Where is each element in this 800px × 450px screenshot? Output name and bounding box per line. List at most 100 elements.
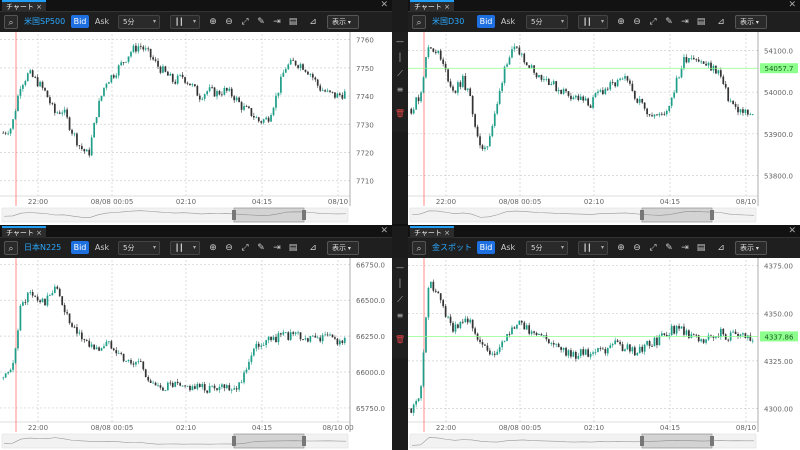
horizontal-line-tool-icon[interactable]: — — [394, 262, 406, 274]
drawing-tool-icon[interactable]: ✎ — [254, 241, 268, 255]
panel-close-icon[interactable]: ✕ — [788, 0, 796, 11]
zoom-out-icon[interactable]: ⊖ — [630, 15, 644, 29]
fit-screen-icon[interactable]: ⤢ — [646, 15, 660, 29]
chart-area[interactable]: 66750.0 66500.0 66250.0 66000.0 65750.0 22:00… — [0, 258, 392, 450]
indicator-icon[interactable]: ⊿ — [306, 241, 320, 255]
vertical-line-tool-icon[interactable]: │ — [394, 278, 406, 290]
jump-to-latest-icon[interactable]: ⇥ — [270, 15, 284, 29]
chart-tab[interactable]: チャート × — [2, 0, 46, 12]
drawing-tool-icon[interactable]: ✎ — [662, 241, 676, 255]
symbol-name[interactable]: 米国SP500 — [24, 16, 65, 28]
zoom-out-icon[interactable]: ⊖ — [222, 241, 236, 255]
symbol-name[interactable]: 金スポット — [432, 242, 472, 254]
y-tick-label: 7720 — [356, 150, 374, 158]
display-button[interactable]: 表示 ▾ — [327, 15, 359, 29]
chart-type-select[interactable]: ┃┃ ▾ — [578, 15, 608, 29]
delete-drawings-icon[interactable]: 🗑 — [394, 334, 406, 346]
ask-button[interactable]: Ask — [499, 241, 517, 254]
navigator-handle-left[interactable] — [232, 210, 236, 220]
navigator-range[interactable] — [233, 433, 305, 449]
jump-to-latest-icon[interactable]: ⇥ — [678, 15, 692, 29]
candlestick-chart[interactable]: 54100.0 54000.0 53900.0 53800.0 22:00 08/08 0… — [408, 32, 800, 225]
vertical-line-tool-icon[interactable]: │ — [394, 52, 406, 64]
ask-button[interactable]: Ask — [93, 241, 111, 254]
navigator-range[interactable] — [641, 433, 713, 449]
indicator-icon[interactable]: ⊿ — [306, 15, 320, 29]
tab-close-icon[interactable]: × — [444, 228, 450, 238]
symbol-search-icon[interactable]: ⌕ — [412, 241, 426, 255]
trend-line-tool-icon[interactable]: ⟋ — [394, 68, 406, 80]
indicator-icon[interactable]: ⊿ — [714, 15, 728, 29]
chart-type-select[interactable]: ┃┃ ▾ — [170, 15, 200, 29]
navigator-range[interactable] — [233, 207, 305, 223]
display-button[interactable]: 表示 ▾ — [735, 15, 767, 29]
timeframe-select[interactable]: 5分 ▾ — [118, 15, 160, 29]
chart-type-select[interactable]: ┃┃ ▾ — [170, 241, 200, 255]
timeframe-select[interactable]: 5分 ▾ — [526, 241, 568, 255]
zoom-out-icon[interactable]: ⊖ — [222, 15, 236, 29]
chart-area[interactable]: 7760 7750 7740 7730 7720 7710 22:00 08/08 00:05… — [0, 32, 392, 225]
document-icon[interactable]: ▤ — [694, 15, 708, 29]
navigator-handle-right[interactable] — [302, 436, 306, 446]
fib-tool-icon[interactable]: ≡ — [394, 84, 406, 96]
tab-close-icon[interactable]: × — [444, 2, 450, 12]
document-icon[interactable]: ▤ — [286, 15, 300, 29]
trend-line-tool-icon[interactable]: ⟋ — [394, 294, 406, 306]
candlestick-chart[interactable]: 7760 7750 7740 7730 7720 7710 22:00 08/08 00:05… — [0, 32, 392, 225]
navigator-handle-left[interactable] — [232, 436, 236, 446]
bid-button[interactable]: Bid — [477, 241, 495, 254]
document-icon[interactable]: ▤ — [694, 241, 708, 255]
navigator-handle-left[interactable] — [640, 436, 644, 446]
fib-tool-icon[interactable]: ≡ — [394, 310, 406, 322]
ask-button[interactable]: Ask — [499, 15, 517, 28]
navigator-handle-right[interactable] — [710, 436, 714, 446]
navigator-handle-left[interactable] — [640, 210, 644, 220]
chart-tab[interactable]: チャート × — [410, 0, 454, 12]
panel-close-icon[interactable]: ✕ — [380, 226, 388, 237]
symbol-name[interactable]: 日本N225 — [24, 242, 61, 254]
navigator-handle-right[interactable] — [302, 210, 306, 220]
symbol-search-icon[interactable]: ⌕ — [4, 15, 18, 29]
symbol-search-icon[interactable]: ⌕ — [412, 15, 426, 29]
chart-type-select[interactable]: ┃┃ ▾ — [578, 241, 608, 255]
bid-button[interactable]: Bid — [71, 241, 89, 254]
ask-button[interactable]: Ask — [93, 15, 111, 28]
tab-close-icon[interactable]: × — [36, 228, 42, 238]
chart-tab[interactable]: チャート × — [2, 226, 46, 238]
bid-button[interactable]: Bid — [477, 15, 495, 28]
delete-drawings-icon[interactable]: 🗑 — [394, 108, 406, 120]
tab-close-icon[interactable]: × — [36, 2, 42, 12]
jump-to-latest-icon[interactable]: ⇥ — [678, 241, 692, 255]
candle-body — [658, 113, 661, 116]
horizontal-line-tool-icon[interactable]: — — [394, 36, 406, 48]
indicator-icon[interactable]: ⊿ — [714, 241, 728, 255]
display-button[interactable]: 表示 ▾ — [327, 241, 359, 255]
zoom-out-icon[interactable]: ⊖ — [630, 241, 644, 255]
panel-close-icon[interactable]: ✕ — [380, 0, 388, 11]
navigator-handle-right[interactable] — [710, 210, 714, 220]
zoom-in-icon[interactable]: ⊕ — [206, 241, 220, 255]
timeframe-select[interactable]: 5分 ▾ — [526, 15, 568, 29]
drawing-tool-icon[interactable]: ✎ — [662, 15, 676, 29]
zoom-in-icon[interactable]: ⊕ — [614, 15, 628, 29]
jump-to-latest-icon[interactable]: ⇥ — [270, 241, 284, 255]
display-button[interactable]: 表示 ▾ — [735, 241, 767, 255]
chart-area[interactable]: 4375.00 4350.00 4325.00 4300.00 22:00 08/08 0… — [408, 258, 800, 450]
timeframe-select[interactable]: 5分 ▾ — [118, 241, 160, 255]
chart-tab[interactable]: チャート × — [410, 226, 454, 238]
fit-screen-icon[interactable]: ⤢ — [238, 15, 252, 29]
candlestick-chart[interactable]: 66750.0 66500.0 66250.0 66000.0 65750.0 22:00… — [0, 258, 392, 450]
navigator-range[interactable] — [641, 207, 713, 223]
chart-area[interactable]: 54100.0 54000.0 53900.0 53800.0 22:00 08/08 0… — [408, 32, 800, 225]
zoom-in-icon[interactable]: ⊕ — [206, 15, 220, 29]
document-icon[interactable]: ▤ — [286, 241, 300, 255]
symbol-name[interactable]: 米国D30 — [432, 16, 464, 28]
zoom-in-icon[interactable]: ⊕ — [614, 241, 628, 255]
panel-close-icon[interactable]: ✕ — [788, 226, 796, 237]
fit-screen-icon[interactable]: ⤢ — [646, 241, 660, 255]
symbol-search-icon[interactable]: ⌕ — [4, 241, 18, 255]
fit-screen-icon[interactable]: ⤢ — [238, 241, 252, 255]
candlestick-chart[interactable]: 4375.00 4350.00 4325.00 4300.00 22:00 08/08 0… — [408, 258, 800, 450]
bid-button[interactable]: Bid — [71, 15, 89, 28]
drawing-tool-icon[interactable]: ✎ — [254, 15, 268, 29]
